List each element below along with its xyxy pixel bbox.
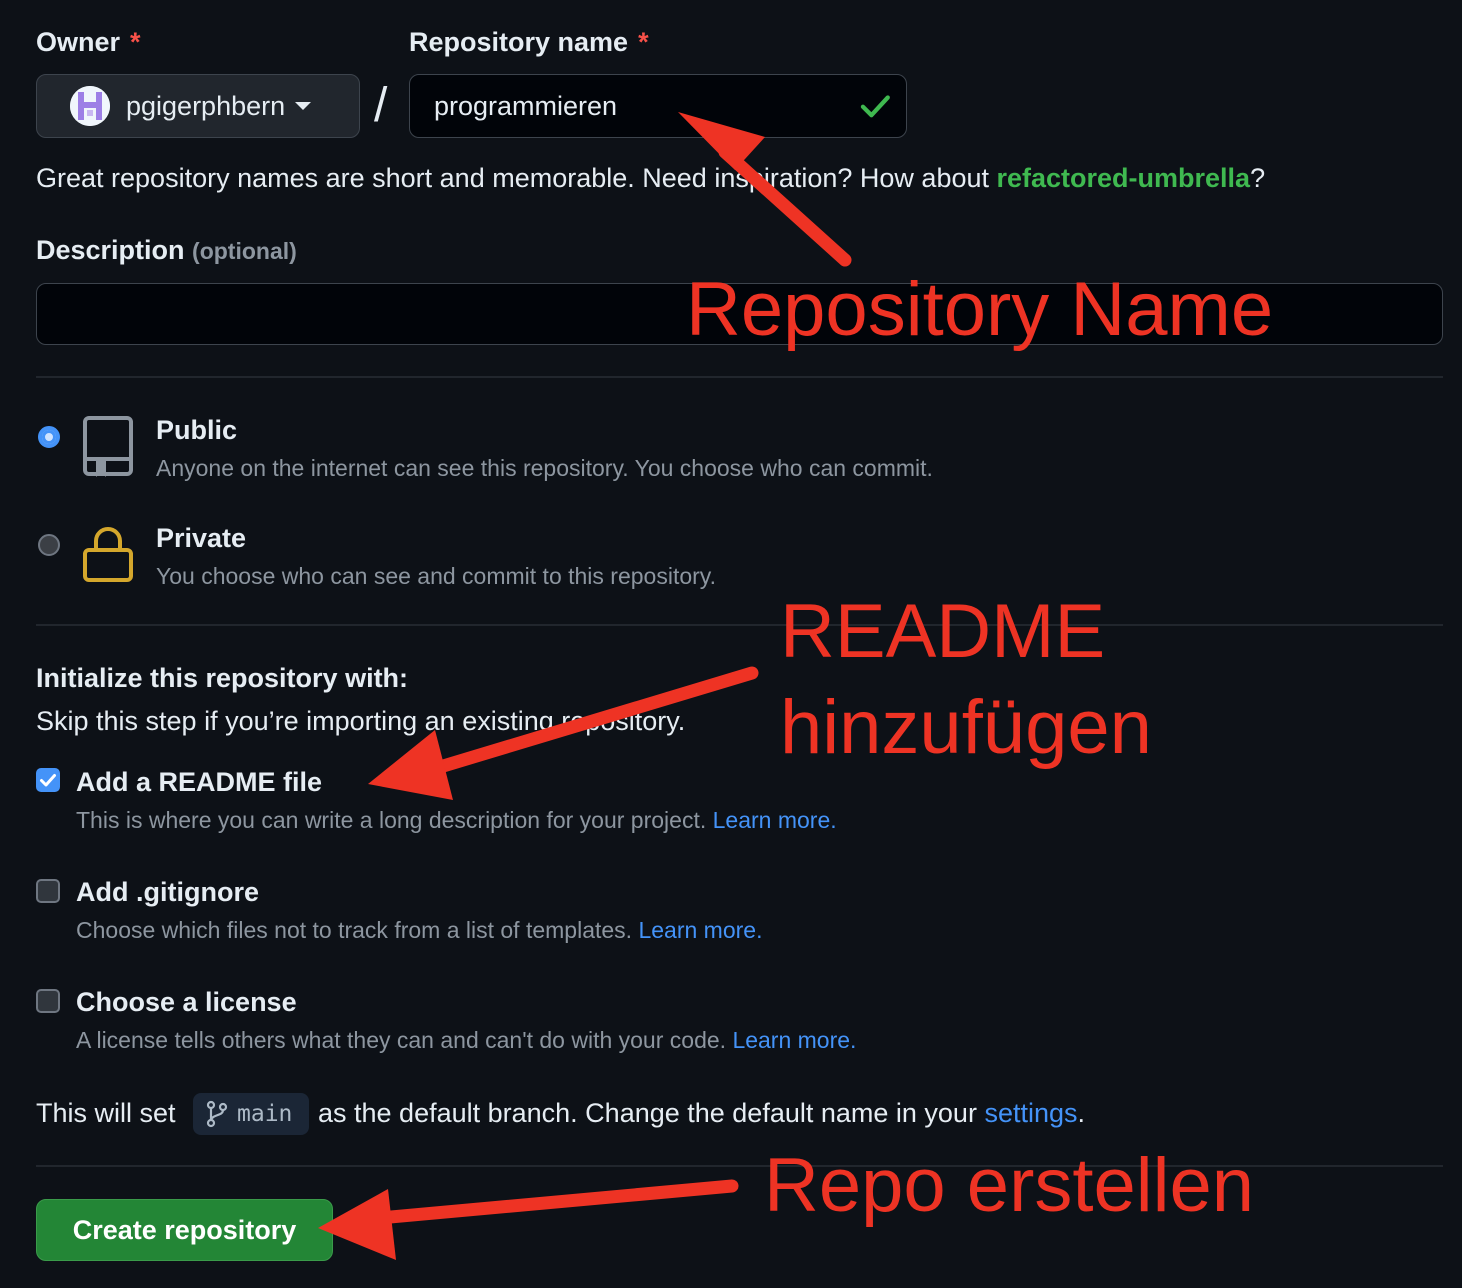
license-checkbox[interactable] [36, 989, 60, 1013]
divider [36, 624, 1443, 626]
init-subtext: Skip this step if you’re importing an ex… [36, 706, 686, 736]
repo-icon [83, 416, 133, 477]
branch-note-middle: as the default branch. Change the defaul… [318, 1098, 977, 1128]
readme-label: Add a README file [76, 767, 323, 797]
hint-text: Great repository names are short and mem… [36, 163, 997, 193]
private-title: Private [156, 523, 247, 553]
license-desc: A license tells others what they can and… [76, 1027, 856, 1054]
hint-end: ? [1250, 163, 1266, 193]
branch-name: main [237, 1101, 293, 1127]
settings-link[interactable]: settings [984, 1098, 1077, 1128]
readme-desc-text: This is where you can write a long descr… [76, 807, 707, 833]
license-learn-more-link[interactable]: Learn more. [732, 1027, 856, 1053]
readme-learn-more-link[interactable]: Learn more. [713, 807, 837, 833]
gitignore-learn-more-link[interactable]: Learn more. [638, 917, 762, 943]
divider [36, 376, 1443, 378]
arrowhead [368, 730, 453, 800]
branch-note-end: as the default branch. Change the defaul… [318, 1098, 1085, 1129]
license-label: Choose a license [76, 987, 297, 1017]
repo-name-label-text: Repository name [409, 27, 629, 57]
owner-label-text: Owner [36, 27, 121, 57]
annotation-readme-line2: hinzufügen [780, 685, 1152, 770]
gitignore-checkbox[interactable] [36, 879, 60, 903]
public-title: Public [156, 415, 238, 445]
gitignore-desc-text: Choose which files not to track from a l… [76, 917, 633, 943]
optional-hint: (optional) [192, 238, 297, 264]
private-desc: You choose who can see and commit to thi… [156, 563, 716, 589]
create-repo-form: Owner * pgigerphbern / Repository name * p… [0, 0, 1462, 1288]
create-repository-button[interactable]: Create repository [36, 1199, 333, 1261]
chevron-down-icon [295, 102, 312, 110]
init-heading: Initialize this repository with: [36, 663, 409, 693]
owner-repo-separator: / [374, 79, 388, 132]
lock-icon [83, 527, 133, 582]
description-label-text: Description [36, 235, 185, 265]
readme-checkbox[interactable] [36, 768, 60, 792]
arrow-to-create-button [318, 1179, 739, 1260]
public-radio[interactable] [38, 426, 60, 448]
readme-desc: This is where you can write a long descr… [76, 807, 837, 834]
repo-name-value: programmieren [434, 90, 618, 121]
repo-name-hint: Great repository names are short and mem… [36, 163, 1265, 194]
gitignore-label: Add .gitignore [76, 877, 259, 907]
branch-note-period: . [1077, 1098, 1086, 1128]
avatar [70, 86, 110, 126]
private-radio[interactable] [38, 534, 60, 556]
description-label: Description (optional) [36, 235, 297, 266]
branch-note-start: This will set [36, 1098, 176, 1128]
repo-name-required-mark: * [638, 27, 649, 57]
annotation-create: Repo erstellen [764, 1143, 1255, 1228]
repo-name-label: Repository name * [409, 27, 649, 58]
annotation-readme-line1: README [780, 589, 1106, 674]
owner-label: Owner * [36, 27, 141, 58]
default-branch-pill: main [193, 1093, 309, 1135]
license-desc-text: A license tells others what they can and… [76, 1027, 727, 1053]
owner-dropdown[interactable]: pgigerphbern [36, 74, 360, 138]
identicon-icon [70, 86, 110, 126]
check-icon [860, 95, 890, 118]
checkmark-icon [40, 774, 56, 787]
git-branch-icon [206, 1100, 228, 1128]
annotation-repo-name: Repository Name [686, 267, 1274, 352]
gitignore-desc: Choose which files not to track from a l… [76, 917, 762, 944]
owner-name: pgigerphbern [126, 90, 286, 121]
repo-name-input[interactable]: programmieren [409, 74, 907, 138]
public-desc: Anyone on the internet can see this repo… [156, 455, 933, 481]
owner-required-mark: * [130, 27, 141, 57]
name-suggestion-link[interactable]: refactored-umbrella [997, 163, 1251, 193]
